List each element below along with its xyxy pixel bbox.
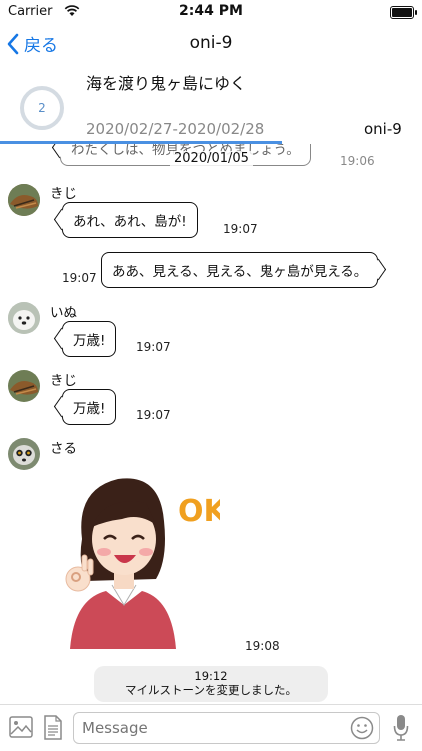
milestone-header[interactable]: 2 海を渡り鬼ヶ島にゆく 2020/02/27-2020/02/28 oni-9 xyxy=(0,64,422,144)
milestone-progress-bar xyxy=(0,141,282,144)
message-text: あれ、あれ、島が! xyxy=(73,214,187,230)
battery-icon xyxy=(390,6,417,19)
milestone-dates: 2020/02/27-2020/02/28 xyxy=(86,120,265,138)
dog-icon xyxy=(8,302,40,334)
message-input[interactable] xyxy=(73,712,380,744)
bird-icon xyxy=(8,184,40,216)
microphone-icon[interactable] xyxy=(393,714,409,742)
message-bubble[interactable]: 万歳! xyxy=(62,321,117,357)
sticker-text: OK! xyxy=(178,494,220,529)
sender-name: きじ xyxy=(50,373,77,389)
avatar-kiji[interactable] xyxy=(8,370,40,402)
message-input-bar xyxy=(0,704,422,751)
milestone-code: oni-9 xyxy=(364,120,402,138)
avatar-saru[interactable] xyxy=(8,438,40,470)
sender-name: さる xyxy=(50,441,77,457)
message-time: 19:07 xyxy=(223,222,258,236)
ok-sticker-image[interactable]: OK! xyxy=(60,459,220,649)
message-bubble[interactable]: あれ、あれ、島が! xyxy=(62,202,198,238)
progress-number: 2 xyxy=(38,101,46,115)
message-time: 19:06 xyxy=(340,154,375,168)
system-text: マイルストーンを変更しました。 xyxy=(125,683,297,697)
photo-icon[interactable] xyxy=(9,716,33,738)
message-text: ああ、見える、見える、鬼ヶ島が見える。 xyxy=(112,264,368,280)
message-text: 万歳! xyxy=(73,401,106,417)
message-time: 19:07 xyxy=(136,340,171,354)
lemur-icon xyxy=(8,438,40,470)
message-bubble[interactable]: 万歳! xyxy=(62,389,117,425)
status-time: 2:44 PM xyxy=(179,3,243,19)
avatar-inu[interactable] xyxy=(8,302,40,334)
chat-scroll-area[interactable]: わたくしは、物見をつとめましょう。 2020/01/05 19:06 きじ あれ… xyxy=(0,144,422,704)
system-message: 19:12 マイルストーンを変更しました。 xyxy=(94,666,328,702)
message-bubble-outgoing[interactable]: ああ、見える、見える、鬼ヶ島が見える。 xyxy=(101,252,379,288)
milestone-title: 海を渡り鬼ヶ島にゆく xyxy=(86,74,247,93)
message-time: 19:07 xyxy=(136,408,171,422)
status-bar: Carrier 2:44 PM xyxy=(0,0,422,24)
message-time: 19:08 xyxy=(245,639,280,653)
bird-icon xyxy=(8,370,40,402)
message-time: 19:07 xyxy=(62,271,97,285)
sender-name: きじ xyxy=(50,186,77,202)
sender-name: いぬ xyxy=(50,305,77,321)
message-text: 万歳! xyxy=(73,333,106,349)
date-label: 2020/01/05 xyxy=(170,151,253,166)
emoji-icon[interactable] xyxy=(350,716,374,740)
file-icon[interactable] xyxy=(43,715,63,740)
system-time: 19:12 xyxy=(194,669,228,683)
navigation-bar: 戻る oni-9 xyxy=(0,26,422,65)
progress-ring: 2 xyxy=(20,86,64,130)
avatar-kiji[interactable] xyxy=(8,184,40,216)
page-title: oni-9 xyxy=(189,33,233,53)
